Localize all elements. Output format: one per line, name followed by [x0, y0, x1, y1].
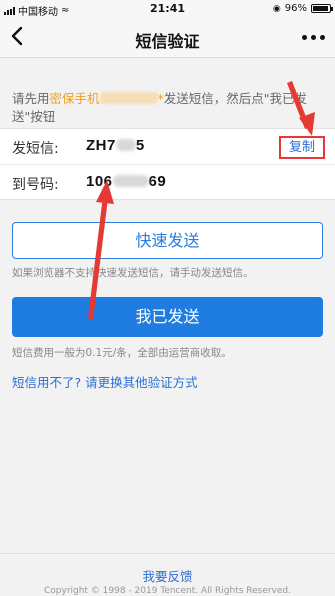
instruction-suffix-1: 发送短信，然后点"我已发	[163, 91, 308, 106]
send-sms-value[interactable]: ZH7 5	[86, 137, 145, 154]
page-title: 短信验证	[135, 32, 200, 51]
instruction-suffix-2: 送"按钮	[12, 109, 56, 124]
masked-chars	[115, 139, 136, 151]
send-sms-row: 发短信: ZH7 5 复制	[0, 129, 335, 165]
alternative-verification-link[interactable]: 短信用不了? 请更换其他验证方式	[12, 372, 198, 391]
to-number-label: 到号码:	[12, 177, 59, 193]
instruction-highlight: 密保手机	[49, 91, 100, 106]
battery-icon	[311, 4, 333, 13]
orientation-lock-icon: ◉	[272, 3, 281, 14]
send-sms-label: 发短信:	[12, 141, 59, 157]
instruction-prefix: 请先用	[12, 91, 50, 106]
blurred-number	[99, 92, 158, 104]
fee-note: 短信费用一般为0.1元/条，全部由运营商收取。	[12, 347, 232, 359]
status-bar: 中国移动 ≈ 21:41 ◉ 96%	[0, 0, 335, 18]
copyright-text: Copyright © 1998 - 2019 Tencent. All Rig…	[43, 586, 291, 596]
footer-divider	[0, 553, 335, 554]
sms-info-card: 发短信: ZH7 5 复制 到号码: 106 69	[0, 128, 335, 200]
navigation-bar: 短信验证	[0, 18, 335, 58]
battery-percent: 96%	[284, 3, 307, 14]
to-number-row: 到号码: 106 69	[0, 165, 335, 201]
sent-button[interactable]: 我已发送	[12, 297, 323, 337]
more-dots-icon[interactable]	[302, 35, 325, 40]
quick-send-button[interactable]: 快速发送	[12, 222, 323, 259]
masked-digits	[112, 175, 149, 187]
quick-send-hint: 如果浏览器不支持快速发送短信，请手动发送短信。	[12, 267, 254, 279]
status-right: ◉ 96%	[272, 3, 333, 14]
feedback-link[interactable]: 我要反馈	[0, 566, 335, 585]
instruction-text: 请先用密保手机 *发送短信，然后点"我已发 送"按钮	[12, 91, 308, 124]
to-number-value[interactable]: 106 69	[86, 173, 166, 190]
copy-button[interactable]: 复制	[279, 136, 325, 159]
